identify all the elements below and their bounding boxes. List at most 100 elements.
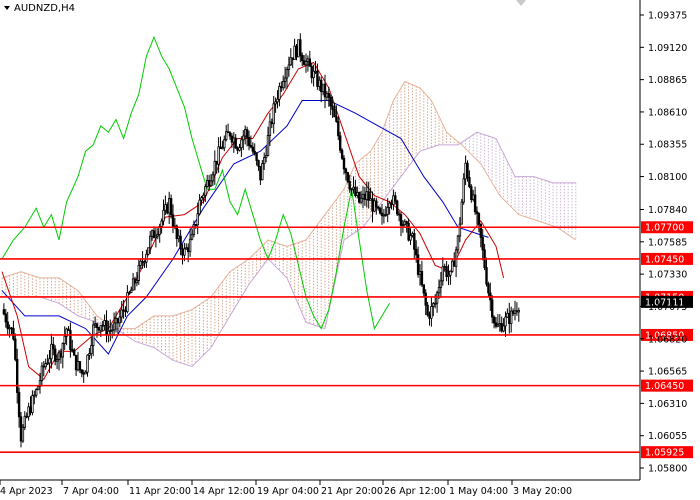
candle-body <box>122 309 125 312</box>
candle-body <box>494 322 498 327</box>
candle-body <box>390 202 393 205</box>
candle-body <box>333 108 336 118</box>
price-chart[interactable]: 1.077001.074501.071501.068501.064501.059… <box>0 0 700 500</box>
candle-body <box>204 186 207 196</box>
candle-body <box>342 157 346 170</box>
candle-body <box>120 309 123 318</box>
time-tick-label: 3 May 20:00 <box>513 486 572 497</box>
candle-body <box>219 146 222 149</box>
candle-body <box>462 178 465 203</box>
candle-body <box>73 349 76 356</box>
candle-body <box>430 306 433 319</box>
candle-body <box>118 316 122 324</box>
candle-body <box>416 254 420 275</box>
candle-body <box>295 45 298 58</box>
candle-body <box>213 160 217 176</box>
candle-body <box>441 266 445 282</box>
chart-background <box>0 0 700 500</box>
candle-body <box>240 139 243 149</box>
candle-body <box>283 77 287 82</box>
candle-body <box>460 201 464 225</box>
symbol-header[interactable]: AUDNZD,H4 <box>4 3 75 14</box>
candle-body <box>403 221 407 226</box>
candle-body <box>378 207 382 214</box>
candle-body <box>183 248 186 256</box>
candle-body <box>198 199 201 215</box>
candle-body <box>74 354 78 371</box>
candle-body <box>435 292 439 304</box>
candle-body <box>90 345 93 354</box>
candle-body <box>164 204 167 211</box>
candle-body <box>67 328 70 331</box>
price-tick-label: 1.07075 <box>648 302 687 313</box>
candle-body <box>276 98 279 103</box>
candle-body <box>329 97 332 107</box>
candle-body <box>304 61 308 66</box>
candle-body <box>323 83 327 98</box>
candle-body <box>473 194 477 213</box>
candle-body <box>504 316 507 327</box>
candle-body <box>124 310 127 313</box>
candle-body <box>325 93 329 98</box>
candle-body <box>492 316 496 324</box>
candle-body <box>270 121 274 125</box>
candle-body <box>129 289 133 294</box>
candle-body <box>95 323 99 328</box>
candle-body <box>376 206 380 209</box>
price-tick-label: 1.09120 <box>648 43 687 54</box>
candle-body <box>35 389 38 396</box>
candle-body <box>147 247 150 255</box>
candle-body <box>449 270 452 276</box>
candle-body <box>363 193 367 200</box>
price-tick-label: 1.09375 <box>648 11 687 22</box>
candle-body <box>382 214 386 217</box>
candle-body <box>186 247 190 253</box>
candle-body <box>105 320 108 336</box>
candle-body <box>426 304 429 316</box>
candle-body <box>162 209 165 222</box>
candle-body <box>69 330 72 351</box>
candle-body <box>452 260 456 267</box>
candle-body <box>413 233 416 250</box>
candle-body <box>101 324 104 327</box>
candle-body <box>517 310 521 313</box>
price-tick-label: 1.06820 <box>648 334 687 345</box>
candle-body <box>111 329 114 332</box>
candle-body <box>166 204 169 214</box>
candle-body <box>445 266 448 277</box>
candle-body <box>274 101 277 105</box>
candle-body <box>103 320 106 326</box>
time-tick-label: 1 May 04:00 <box>449 486 508 497</box>
candle-body <box>167 198 171 214</box>
candle-body <box>380 212 384 217</box>
candle-body <box>433 302 437 305</box>
candle-body <box>475 211 479 214</box>
candle-body <box>27 406 30 417</box>
price-tick-label: 1.08610 <box>648 107 687 118</box>
candle-body <box>327 93 331 98</box>
candle-body <box>293 45 296 60</box>
candle-body <box>226 131 230 134</box>
candle-body <box>71 349 74 352</box>
candle-body <box>12 327 15 340</box>
candle-body <box>44 363 47 368</box>
candle-body <box>424 292 427 306</box>
candle-body <box>29 406 32 414</box>
candle-body <box>61 343 65 358</box>
price-tick-label: 1.07330 <box>648 270 687 281</box>
candle-body <box>506 312 509 318</box>
candle-body <box>359 197 363 203</box>
candle-body <box>346 172 350 182</box>
candle-body <box>375 200 378 208</box>
time-tick-label: 14 Apr 12:00 <box>193 486 255 497</box>
candle-body <box>217 146 220 165</box>
candle-body <box>23 415 27 428</box>
candle-body <box>160 220 163 227</box>
level-label: 1.07450 <box>645 254 684 265</box>
candle-body <box>509 310 513 324</box>
candle-body <box>243 129 247 137</box>
candle-body <box>40 365 44 382</box>
candle-body <box>487 283 490 294</box>
candle-body <box>59 352 63 358</box>
candle-body <box>179 235 182 250</box>
